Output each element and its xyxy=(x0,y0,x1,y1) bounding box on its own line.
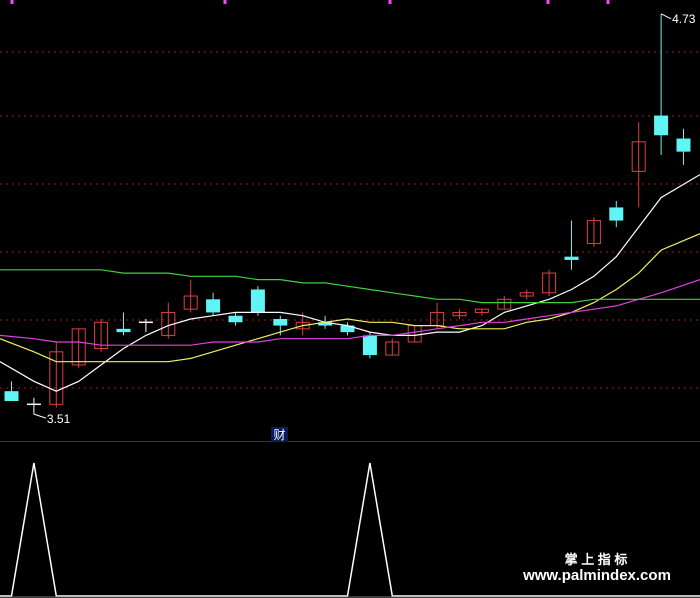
candle-body xyxy=(116,328,131,333)
candle-body xyxy=(676,138,691,152)
candle-body xyxy=(206,299,221,313)
candle-12 xyxy=(250,286,265,316)
kline-chart-window: 3.51 4.73 财 掌 上 指 标 www.palmindex.com xyxy=(0,0,700,598)
high-price-label: 4.73 xyxy=(672,12,696,26)
candle-body xyxy=(273,319,288,326)
candle-body xyxy=(564,256,579,260)
cai-badge[interactable]: 财 xyxy=(271,427,288,442)
candle-body xyxy=(228,315,243,323)
candle-body xyxy=(4,391,19,402)
candle-body xyxy=(609,207,624,221)
cai-badge-text: 财 xyxy=(273,428,285,442)
watermark-chinese: 掌 上 指 标 xyxy=(565,552,628,567)
chart-canvas: 3.51 4.73 财 掌 上 指 标 www.palmindex.com xyxy=(0,0,700,598)
candle-body xyxy=(250,289,265,313)
candle-body xyxy=(362,335,377,356)
candle-body xyxy=(654,115,669,136)
low-price-label: 3.51 xyxy=(47,412,71,426)
watermark-url: www.palmindex.com xyxy=(522,567,671,584)
